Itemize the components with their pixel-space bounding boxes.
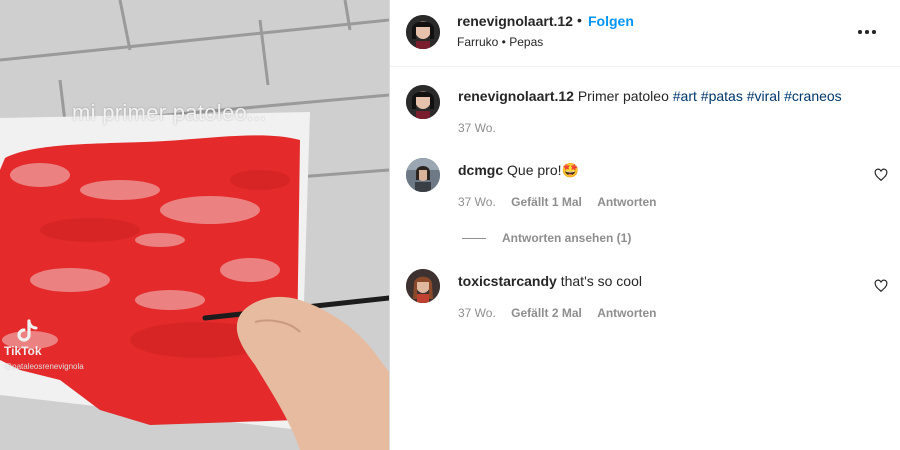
caption-username[interactable]: renevignolaart.12: [458, 88, 574, 104]
video-overlay-caption: mi primer patoleo...: [72, 100, 267, 125]
comment-text: Que pro!🤩: [507, 162, 579, 178]
hashtag-link[interactable]: #art: [673, 88, 697, 104]
caption-row: renevignolaart.12 Primer patoleo #art #p…: [390, 80, 900, 140]
tiktok-brand-label: TikTok: [4, 344, 42, 358]
author-username[interactable]: renevignolaart.12: [457, 13, 573, 29]
post-header: renevignolaart.12 • Folgen Farruko • Pep…: [390, 0, 900, 67]
hashtag-link[interactable]: #viral: [747, 88, 780, 104]
like-heart-icon[interactable]: [874, 168, 888, 182]
hashtag-link[interactable]: #craneos: [784, 88, 842, 104]
commenter-avatar[interactable]: [406, 158, 440, 192]
comment-text: that's so cool: [560, 273, 642, 289]
comment-timestamp[interactable]: 37 Wo.: [458, 306, 496, 320]
reply-button[interactable]: Antworten: [597, 306, 656, 320]
comment-like-count[interactable]: Gefällt 2 Mal: [511, 306, 582, 320]
view-replies-button[interactable]: Antworten ansehen (1): [462, 231, 631, 245]
separator-dot: •: [577, 12, 582, 28]
audio-track-link[interactable]: Farruko • Pepas: [457, 35, 543, 49]
commenter-avatar[interactable]: [406, 269, 440, 303]
hashtag-link[interactable]: #patas: [701, 88, 743, 104]
caption-text-line: renevignolaart.12 Primer patoleo #art #p…: [458, 88, 842, 104]
comment-text-line: dcmgc Que pro!🤩: [458, 162, 579, 179]
comment-username[interactable]: toxicstarcandy: [458, 273, 557, 289]
more-options-icon[interactable]: [856, 22, 878, 40]
view-replies-label: Antworten ansehen (1): [502, 231, 632, 245]
comment-username[interactable]: dcmgc: [458, 162, 503, 178]
caption-meta: 37 Wo.: [458, 121, 508, 135]
replies-divider-line: [462, 238, 486, 240]
comment-timestamp[interactable]: 37 Wo.: [458, 195, 496, 209]
follow-button[interactable]: Folgen: [588, 13, 634, 29]
post-media-video[interactable]: mi primer patoleo... TikTok @pataleosren…: [0, 0, 389, 450]
comment-meta: 37 Wo. Gefällt 1 Mal Antworten: [458, 195, 669, 209]
caption-text: Primer patoleo: [577, 88, 669, 104]
author-avatar[interactable]: [406, 15, 440, 49]
video-frame-illustration: [0, 0, 389, 450]
like-heart-icon[interactable]: [874, 279, 888, 293]
comment-meta: 37 Wo. Gefällt 2 Mal Antworten: [458, 306, 669, 320]
tiktok-icon: [17, 319, 38, 342]
reply-button[interactable]: Antworten: [597, 195, 656, 209]
comment-item: toxicstarcandy that's so cool 37 Wo. Gef…: [390, 266, 900, 336]
caption-author-avatar[interactable]: [406, 85, 440, 119]
post-details-panel: renevignolaart.12 • Folgen Farruko • Pep…: [389, 0, 900, 450]
caption-timestamp[interactable]: 37 Wo.: [458, 121, 496, 135]
tiktok-handle: @pataleosrenevignola: [4, 362, 84, 371]
comment-text-line: toxicstarcandy that's so cool: [458, 273, 642, 289]
comment-like-count[interactable]: Gefällt 1 Mal: [511, 195, 582, 209]
